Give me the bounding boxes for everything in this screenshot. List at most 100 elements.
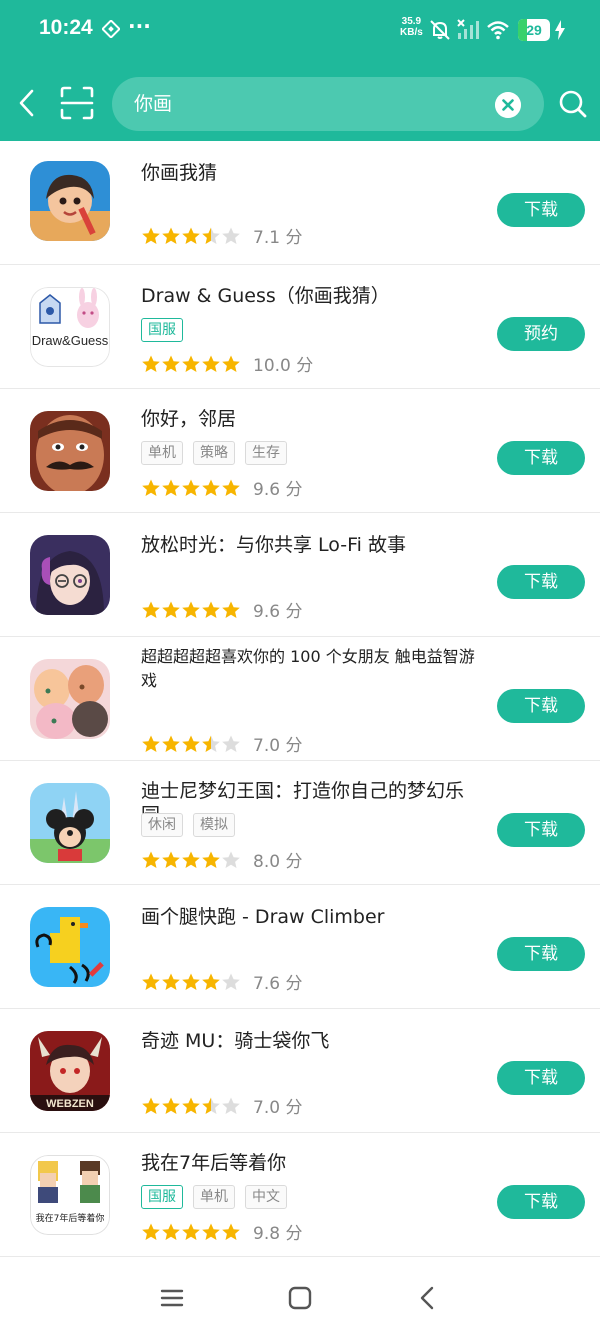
app-icon-draw-climber[interactable] (30, 907, 110, 987)
app-name[interactable]: 你画我猜 (141, 161, 481, 185)
star-full-icon (202, 851, 220, 868)
app-icon-text: Draw&Guess (32, 333, 109, 348)
star-full-icon (202, 1223, 220, 1240)
app-name[interactable]: 画个腿快跑 - Draw Climber (141, 905, 481, 929)
app-name[interactable]: Draw & Guess（你画我猜） (141, 284, 481, 308)
signal-icon (457, 19, 479, 39)
app-icon-draw-guess-girl[interactable] (30, 161, 110, 241)
app-icon-hello-neighbor[interactable] (30, 411, 110, 491)
rating: 9.6 分 (141, 597, 302, 622)
download-button[interactable]: 下载 (497, 441, 585, 475)
rating: 7.0 分 (141, 1093, 302, 1118)
rating-score: 7.1 分 (253, 228, 303, 248)
star-full-icon (202, 601, 220, 618)
app-tag: 休闲 (141, 813, 183, 837)
app-tag: 单机 (141, 441, 183, 465)
star-full-icon (202, 355, 220, 372)
star-full-icon (162, 735, 180, 752)
back-arrow-icon[interactable] (12, 82, 42, 124)
download-button[interactable]: 下载 (497, 1185, 585, 1219)
star-full-icon (162, 851, 180, 868)
star-full-icon (162, 1223, 180, 1240)
list-item[interactable]: 放松时光：与你共享 Lo-Fi 故事 9.6 分 下载 (0, 513, 600, 637)
download-button[interactable]: 下载 (497, 565, 585, 599)
status-time: 10:24 (39, 16, 93, 39)
rating-score: 9.6 分 (253, 602, 303, 622)
list-item[interactable]: 迪士尼梦幻王国：打造你自己的梦幻乐园 休闲模拟 8.0 分 下载 (0, 761, 600, 885)
star-full-icon (182, 973, 200, 990)
app-tag: 策略 (193, 441, 235, 465)
app-icon-mu-origin[interactable]: WEBZEN (30, 1031, 110, 1111)
star-full-icon (142, 851, 160, 868)
app-name[interactable]: 我在7年后等着你 (141, 1151, 481, 1175)
app-icon-draw-guess-logo[interactable]: Draw&Guess (30, 287, 110, 367)
scan-icon[interactable] (58, 84, 96, 122)
reserve-button[interactable]: 预约 (497, 317, 585, 351)
rating-score: 10.0 分 (253, 356, 314, 376)
star-full-icon (182, 601, 200, 618)
back-icon[interactable] (414, 1284, 442, 1312)
star-full-icon (142, 227, 160, 244)
search-input[interactable] (134, 89, 494, 119)
app-header: 10:24 ··· 35.9 KB/s 29 你画 (0, 0, 600, 141)
star-empty-icon (222, 1097, 240, 1114)
search-icon[interactable] (558, 89, 588, 119)
clear-search-icon[interactable] (495, 92, 521, 118)
app-icon-seven-years-later[interactable]: 我在7年后等着你 (30, 1155, 110, 1235)
search-field[interactable] (112, 77, 544, 131)
list-item[interactable]: 画个腿快跑 - Draw Climber 7.6 分 下载 (0, 885, 600, 1009)
app-tag: 生存 (245, 441, 287, 465)
star-full-icon (182, 227, 200, 244)
rating: 8.0 分 (141, 847, 302, 872)
app-name[interactable]: 奇迹 MU：骑士袋你飞 (141, 1029, 481, 1053)
app-icon-100-girlfriends[interactable] (30, 659, 110, 739)
star-full-icon (182, 479, 200, 496)
status-bar: 10:24 ··· 35.9 KB/s 29 (0, 0, 600, 60)
star-full-icon (222, 479, 240, 496)
star-full-icon (182, 851, 200, 868)
download-button[interactable]: 下载 (497, 689, 585, 723)
app-icon-disney-magic-kingdoms[interactable] (30, 783, 110, 863)
battery-indicator: 29 (518, 19, 550, 41)
app-name[interactable]: 放松时光：与你共享 Lo-Fi 故事 (141, 533, 481, 557)
mute-bell-icon (430, 20, 450, 40)
star-full-icon (182, 735, 200, 752)
rating-score: 9.6 分 (253, 480, 303, 500)
star-full-icon (142, 1223, 160, 1240)
recent-apps-icon[interactable] (158, 1284, 186, 1312)
tag-list: 单机 策略 生存 (141, 441, 287, 465)
list-item[interactable]: Draw&Guess Draw & Guess（你画我猜） 国服 10.0 分 … (0, 265, 600, 389)
network-speed-value: 35.9 (401, 16, 422, 27)
star-full-icon (202, 479, 220, 496)
list-item[interactable]: 我在7年后等着你 我在7年后等着你 国服 单机 中文 9.8 分 下载 (0, 1133, 600, 1257)
list-item[interactable]: 你画我猜 7.1 分 下载 (0, 141, 600, 265)
tag-list: 休闲 模拟 (141, 813, 235, 837)
star-half-icon (202, 227, 220, 244)
vpn-icon (102, 20, 120, 38)
rating: 7.6 分 (141, 969, 302, 994)
star-full-icon (142, 601, 160, 618)
download-button[interactable]: 下载 (497, 1061, 585, 1095)
star-empty-icon (222, 735, 240, 752)
star-full-icon (182, 1097, 200, 1114)
download-button[interactable]: 下载 (497, 937, 585, 971)
app-icon-lofi-story[interactable] (30, 535, 110, 615)
star-empty-icon (222, 973, 240, 990)
star-full-icon (162, 355, 180, 372)
more-notifications: ··· (128, 14, 151, 38)
app-icon-text: 我在7年后等着你 (36, 1212, 105, 1224)
star-full-icon (202, 973, 220, 990)
app-name[interactable]: 超超超超超喜欢你的 100 个女朋友 触电益智游戏 (141, 645, 481, 693)
network-speed-unit: KB/s (400, 27, 423, 38)
download-button[interactable]: 下载 (497, 193, 585, 227)
list-item[interactable]: 你好，邻居 单机 策略 生存 9.6 分 下载 (0, 389, 600, 513)
star-half-icon (202, 1097, 220, 1114)
app-tag: 国服 (141, 1185, 183, 1209)
home-icon[interactable] (286, 1284, 314, 1312)
list-item[interactable]: WEBZEN 奇迹 MU：骑士袋你飞 7.0 分 下载 (0, 1009, 600, 1133)
tag-list: 国服 (141, 318, 183, 342)
star-full-icon (142, 1097, 160, 1114)
download-button[interactable]: 下载 (497, 813, 585, 847)
list-item[interactable]: 超超超超超喜欢你的 100 个女朋友 触电益智游戏 7.0 分 下载 (0, 637, 600, 761)
app-name[interactable]: 你好，邻居 (141, 407, 481, 431)
